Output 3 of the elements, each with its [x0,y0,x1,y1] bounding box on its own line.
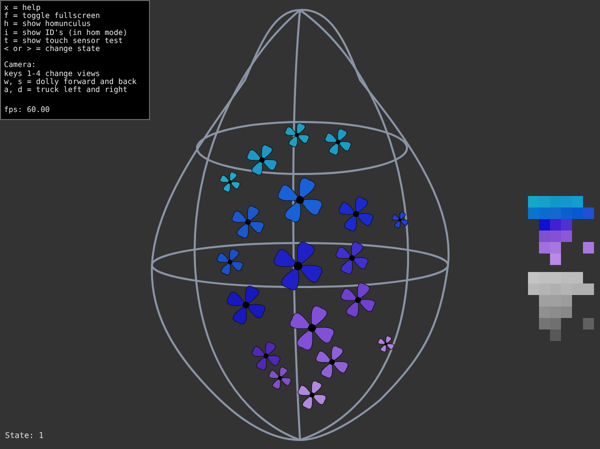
sensor-grid-drawing [528,196,594,265]
sensor-grid-drawing [528,272,594,341]
state-label: State: 1 [5,431,44,440]
